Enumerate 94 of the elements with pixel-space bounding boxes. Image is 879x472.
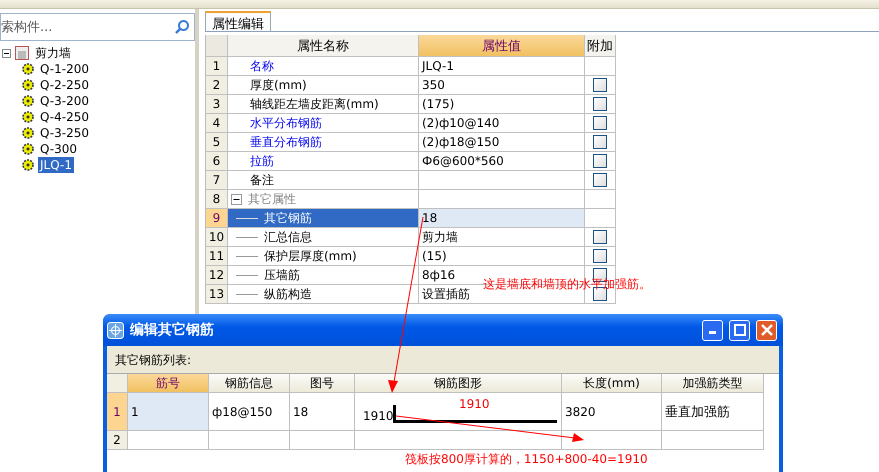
maximize-icon	[734, 324, 746, 336]
property-name: 压墙筋	[264, 266, 300, 284]
property-name: 垂直分布钢筋	[250, 134, 322, 150]
table-cell	[290, 431, 355, 450]
row-number: 2	[206, 76, 228, 95]
row-number: 11	[206, 247, 228, 266]
list-label: 其它钢筋列表:	[114, 352, 192, 369]
column-header: 钢筋图形	[355, 374, 562, 393]
column-header: 图号	[290, 374, 355, 393]
maximize-button[interactable]	[729, 320, 750, 340]
table-cell: ф18@150	[209, 393, 290, 431]
tree-item[interactable]: Q-3-200	[38, 93, 91, 109]
gear-icon	[22, 95, 34, 107]
property-name: 其它属性	[248, 190, 296, 208]
property-value-cell[interactable]: (2)ф18@150	[419, 133, 585, 152]
tree-item[interactable]: Q-4-250	[38, 109, 91, 125]
tree-line	[236, 274, 258, 276]
column-header: 筋号	[128, 374, 209, 393]
column-header: 属性值	[419, 35, 585, 57]
app-icon	[107, 322, 124, 338]
minimize-button[interactable]	[702, 320, 723, 340]
tab[interactable]: 属性编辑	[205, 11, 271, 31]
property-name: 水平分布钢筋	[250, 114, 322, 132]
row-number: 3	[206, 95, 228, 114]
column-header: 属性名称	[228, 35, 419, 57]
property-value-cell[interactable]	[419, 171, 585, 190]
gear-icon	[22, 63, 34, 75]
property-value-cell[interactable]: Ф6@600*560	[419, 152, 585, 171]
row-number: 7	[206, 171, 228, 190]
row-number: 2	[107, 431, 128, 450]
table-cell: 3820	[562, 393, 662, 431]
gear-icon	[22, 159, 34, 171]
property-name: 拉筋	[250, 152, 274, 170]
row-number: 10	[206, 228, 228, 247]
property-name: 纵筋构造	[264, 286, 312, 302]
table-cell: 18	[290, 393, 355, 431]
property-name: 保护层厚度(mm)	[264, 248, 357, 264]
property-value-cell[interactable]: (175)	[419, 95, 585, 114]
row-number: 12	[206, 266, 228, 285]
tree-item[interactable]: Q-3-250	[38, 125, 91, 141]
property-name: 厚度(mm)	[250, 76, 307, 94]
gear-icon	[22, 143, 34, 155]
tree-item[interactable]: 剪力墙	[33, 45, 73, 61]
close-button[interactable]	[756, 320, 777, 340]
tree-item[interactable]: Q-300	[38, 141, 80, 157]
row-number: 8	[206, 190, 228, 209]
property-value-cell[interactable]	[419, 190, 585, 209]
gear-icon	[22, 127, 34, 139]
property-name: 备注	[250, 172, 274, 188]
row-number: 5	[206, 133, 228, 152]
row-number: 13	[206, 285, 228, 304]
checkbox[interactable]	[593, 249, 607, 263]
table-cell: 垂直加强筋	[662, 393, 764, 431]
checkbox[interactable]	[593, 78, 607, 92]
close-icon	[760, 324, 772, 336]
column-header: 长度(mm)	[562, 374, 662, 393]
tree-item[interactable]: Q-2-250	[38, 77, 91, 93]
collapse-icon[interactable]	[2, 48, 11, 58]
property-value-cell[interactable]: 350	[419, 76, 585, 95]
property-value-cell[interactable]: (15)	[419, 247, 585, 266]
row-number: 1	[206, 57, 228, 76]
property-value-cell[interactable]: 剪力墙	[419, 228, 585, 247]
column-header: 加强筋类型	[662, 374, 764, 393]
gear-icon	[22, 79, 34, 91]
property-name: 其它钢筋	[264, 210, 312, 226]
gear-icon	[22, 111, 34, 123]
checkbox[interactable]	[593, 173, 607, 187]
row-number: 6	[206, 152, 228, 171]
property-value-cell[interactable]: 18	[419, 209, 585, 228]
checkbox[interactable]	[593, 230, 607, 244]
checkbox[interactable]	[593, 154, 607, 168]
row-number: 1	[107, 393, 128, 431]
checkbox[interactable]	[593, 116, 607, 130]
wall-icon	[15, 46, 29, 60]
column-header: 钢筋信息	[209, 374, 290, 393]
checkbox[interactable]	[593, 97, 607, 111]
collapse-icon[interactable]	[231, 194, 242, 204]
annotation-text: 筏板按800厚计算的，1150+800-40=1910	[405, 451, 648, 468]
tree-item[interactable]: Q-1-200	[38, 61, 91, 77]
dimension-label: 1910	[459, 397, 490, 411]
property-value-cell[interactable]: JLQ-1	[419, 57, 585, 76]
row-number: 4	[206, 114, 228, 133]
table-cell: 1	[128, 393, 209, 431]
property-name: 汇总信息	[264, 228, 312, 246]
row-number: 9	[206, 209, 228, 228]
dimension-label: 1910	[363, 409, 394, 423]
tree-item[interactable]: JLQ-1	[38, 157, 74, 173]
property-value-cell[interactable]: (2)ф10@140	[419, 114, 585, 133]
property-name: 名称	[250, 58, 274, 74]
property-name: 轴线距左墙皮距离(mm)	[250, 96, 379, 112]
dialog-title: 编辑其它钢筋	[130, 321, 215, 339]
column-header: 附加	[585, 35, 616, 57]
checkbox[interactable]	[593, 135, 607, 149]
tree-line	[236, 236, 258, 238]
